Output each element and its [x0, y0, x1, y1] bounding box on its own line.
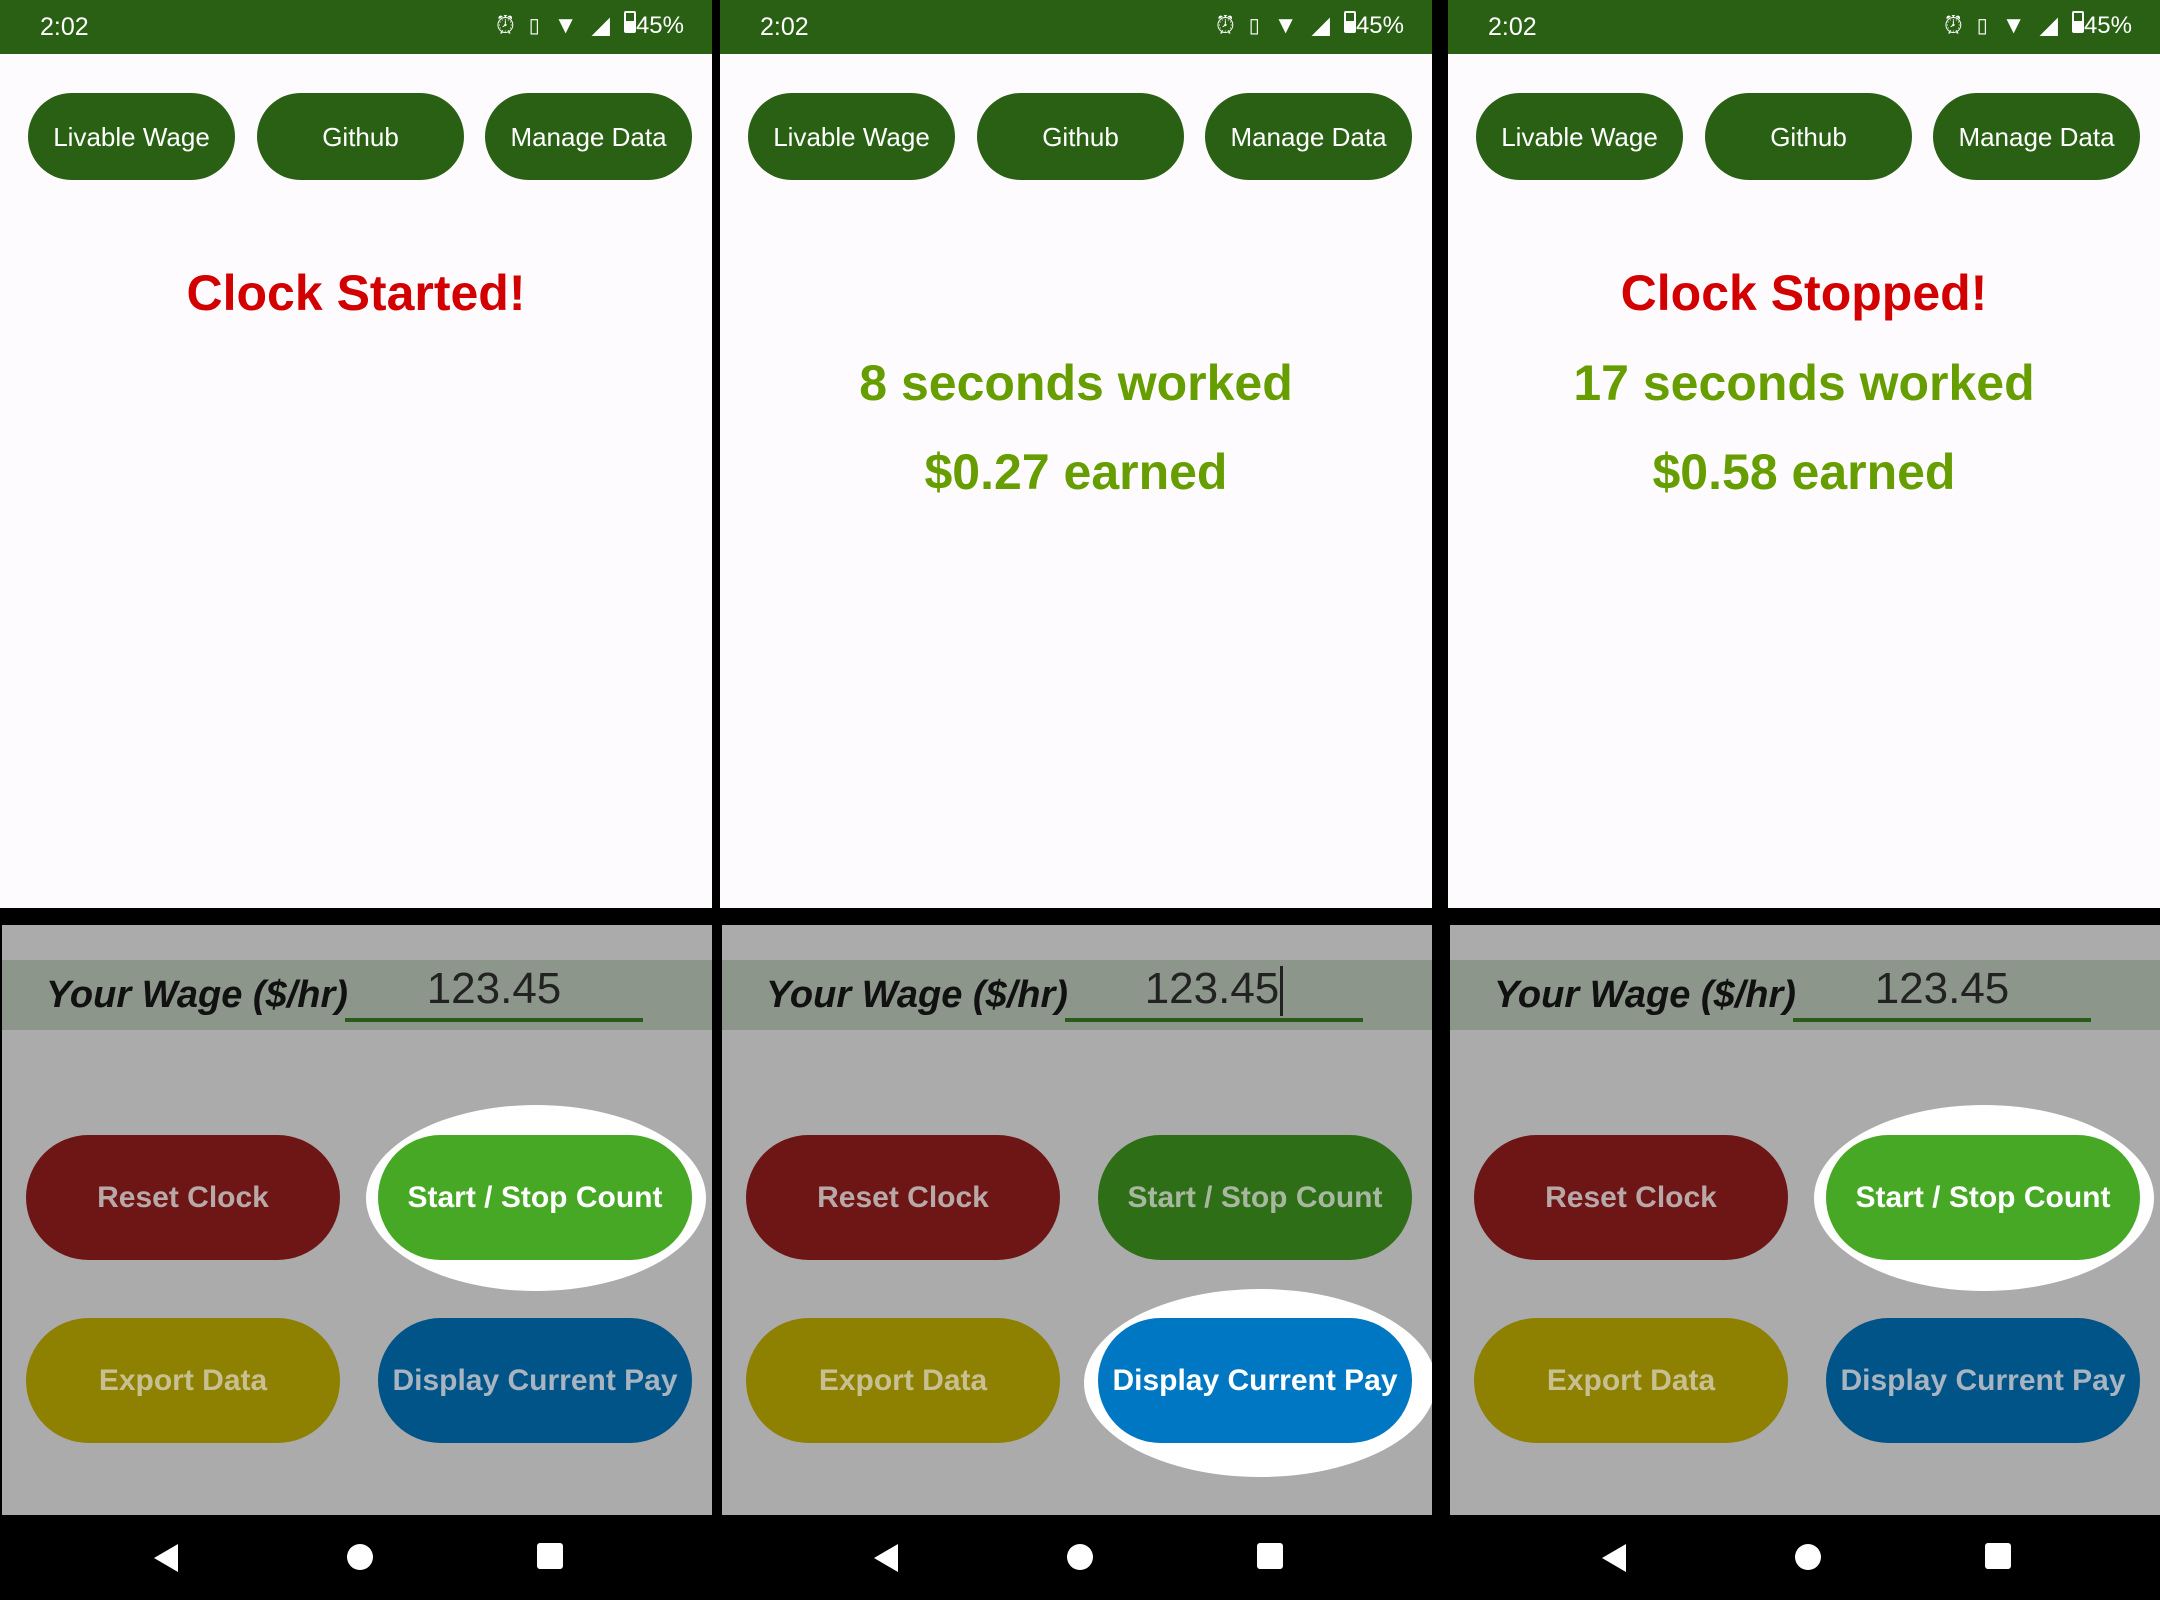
wage-input[interactable]: 123.45: [1793, 960, 2091, 1022]
livable-wage-button[interactable]: Livable Wage: [1476, 93, 1683, 180]
back-icon[interactable]: [870, 1542, 902, 1574]
status-bar: 2:02 ⏰︎ ▯ ▼ ◢ 45%: [0, 0, 712, 54]
text-cursor: [1280, 966, 1284, 1017]
earned-text: $0.27 earned: [924, 444, 1228, 500]
livable-wage-button[interactable]: Livable Wage: [28, 93, 235, 180]
wage-label: Your Wage ($/hr): [46, 974, 348, 1016]
home-icon[interactable]: [1065, 1542, 1095, 1572]
wage-row: Your Wage ($/hr) 123.45: [1450, 960, 2160, 1030]
back-icon[interactable]: [150, 1542, 182, 1574]
alarm-icon: ⏰︎: [1943, 11, 1963, 39]
manage-data-button[interactable]: Manage Data: [1205, 93, 1412, 180]
back-icon[interactable]: [1598, 1542, 1630, 1574]
export-data-button[interactable]: Export Data: [26, 1318, 340, 1443]
wage-label: Your Wage ($/hr): [766, 974, 1068, 1016]
controls-area: Your Wage ($/hr) 123.45 Reset Clock Star…: [722, 925, 1432, 1515]
vibrate-icon: ▯: [528, 15, 540, 37]
reset-clock-button[interactable]: Reset Clock: [26, 1135, 340, 1260]
wage-row: Your Wage ($/hr) 123.45: [2, 960, 712, 1030]
wage-input-value: 123.45: [426, 964, 562, 1013]
status-time: 2:02: [40, 13, 89, 41]
wifi-icon: ▼: [553, 11, 578, 39]
vibrate-icon: ▯: [1248, 15, 1260, 37]
github-button[interactable]: Github: [257, 93, 464, 180]
seconds-worked-text: 8 seconds worked: [859, 355, 1293, 411]
app-screen: 2:02 ⏰︎ ▯ ▼ ◢ 45% Livable Wage Github Ma…: [1448, 0, 2160, 1600]
status-bar: 2:02 ⏰︎ ▯ ▼ ◢ 45%: [720, 0, 1432, 54]
reset-clock-button[interactable]: Reset Clock: [746, 1135, 1060, 1260]
signal-icon: ◢: [1311, 12, 1330, 39]
wage-input[interactable]: 123.45: [345, 960, 643, 1022]
main-content: Livable Wage Github Manage Data 8 second…: [720, 54, 1432, 908]
main-content: Livable Wage Github Manage Data Clock St…: [0, 54, 712, 908]
export-data-button[interactable]: Export Data: [746, 1318, 1060, 1443]
controls-area: Your Wage ($/hr) 123.45 Reset Clock Star…: [2, 925, 712, 1515]
home-icon[interactable]: [345, 1542, 375, 1572]
recents-icon[interactable]: [536, 1542, 564, 1570]
manage-data-button[interactable]: Manage Data: [485, 93, 692, 180]
display-current-pay-button[interactable]: Display Current Pay: [378, 1318, 692, 1443]
start-stop-count-button[interactable]: Start / Stop Count: [1826, 1135, 2140, 1260]
github-button[interactable]: Github: [1705, 93, 1912, 180]
display-current-pay-button[interactable]: Display Current Pay: [1826, 1318, 2140, 1443]
signal-icon: ◢: [591, 12, 610, 39]
status-bar: 2:02 ⏰︎ ▯ ▼ ◢ 45%: [1448, 0, 2160, 54]
display-current-pay-button[interactable]: Display Current Pay: [1098, 1318, 1412, 1443]
reset-clock-button[interactable]: Reset Clock: [1474, 1135, 1788, 1260]
controls-area: Your Wage ($/hr) 123.45 Reset Clock Star…: [1450, 925, 2160, 1515]
app-screen: 2:02 ⏰︎ ▯ ▼ ◢ 45% Livable Wage Github Ma…: [0, 0, 712, 1600]
export-data-button[interactable]: Export Data: [1474, 1318, 1788, 1443]
signal-icon: ◢: [2039, 12, 2058, 39]
wage-input-value: 123.45: [1144, 964, 1280, 1013]
battery-icon: [623, 11, 636, 33]
wifi-icon: ▼: [2001, 11, 2026, 39]
battery-icon: [1343, 11, 1356, 33]
clock-status-message: Clock Stopped!: [1620, 265, 1988, 321]
livable-wage-button[interactable]: Livable Wage: [748, 93, 955, 180]
seconds-worked-text: 17 seconds worked: [1573, 355, 2035, 411]
status-time: 2:02: [760, 13, 809, 41]
github-button[interactable]: Github: [977, 93, 1184, 180]
navigation-bar: [720, 1515, 1432, 1600]
earned-text: $0.58 earned: [1652, 444, 1956, 500]
battery-level: 45%: [2083, 12, 2132, 39]
battery-level: 45%: [1355, 12, 1404, 39]
app-screen: 2:02 ⏰︎ ▯ ▼ ◢ 45% Livable Wage Github Ma…: [720, 0, 1432, 1600]
wage-input-value: 123.45: [1874, 964, 2010, 1013]
start-stop-count-button[interactable]: Start / Stop Count: [1098, 1135, 1412, 1260]
wifi-icon: ▼: [1273, 11, 1298, 39]
vibrate-icon: ▯: [1976, 15, 1988, 37]
battery-level: 45%: [635, 12, 684, 39]
alarm-icon: ⏰︎: [495, 11, 515, 39]
manage-data-button[interactable]: Manage Data: [1933, 93, 2140, 180]
navigation-bar: [0, 1515, 712, 1600]
wage-input[interactable]: 123.45: [1065, 960, 1363, 1022]
battery-icon: [2071, 11, 2084, 33]
home-icon[interactable]: [1793, 1542, 1823, 1572]
recents-icon[interactable]: [1256, 1542, 1284, 1570]
start-stop-count-button[interactable]: Start / Stop Count: [378, 1135, 692, 1260]
navigation-bar: [1448, 1515, 2160, 1600]
status-time: 2:02: [1488, 13, 1537, 41]
clock-status-message: Clock Started!: [186, 265, 526, 321]
recents-icon[interactable]: [1984, 1542, 2012, 1570]
alarm-icon: ⏰︎: [1215, 11, 1235, 39]
wage-label: Your Wage ($/hr): [1494, 974, 1796, 1016]
main-content: Livable Wage Github Manage Data Clock St…: [1448, 54, 2160, 908]
wage-row: Your Wage ($/hr) 123.45: [722, 960, 1432, 1030]
